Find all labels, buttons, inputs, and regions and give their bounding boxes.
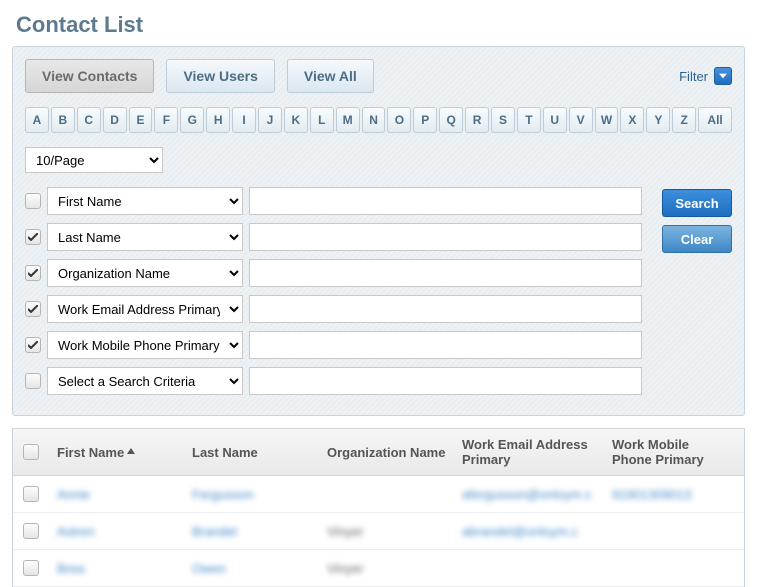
- column-phone[interactable]: Work Mobile Phone Primary: [612, 437, 734, 467]
- select-all-checkbox[interactable]: [23, 444, 39, 460]
- filter-panel: View Contacts View Users View All Filter A…: [12, 46, 745, 416]
- cell-org: Vinyer: [327, 561, 364, 576]
- alpha-o[interactable]: O: [387, 107, 411, 133]
- page-size-select[interactable]: 10/Page: [25, 147, 163, 173]
- cell-first-name[interactable]: Annie: [57, 487, 90, 502]
- filter-toggle-icon[interactable]: [714, 67, 732, 85]
- search-row: First Name: [25, 187, 642, 215]
- sort-asc-icon: [127, 448, 135, 456]
- alpha-m[interactable]: M: [336, 107, 360, 133]
- alpha-q[interactable]: Q: [439, 107, 463, 133]
- alpha-f[interactable]: F: [154, 107, 178, 133]
- alpha-y[interactable]: Y: [646, 107, 670, 133]
- alpha-a[interactable]: A: [25, 107, 49, 133]
- criteria-checkbox[interactable]: [25, 229, 41, 245]
- alpha-g[interactable]: G: [180, 107, 204, 133]
- alpha-row: ABCDEFGHIJKLMNOPQRSTUVWXYZAll: [25, 107, 732, 133]
- criteria-checkbox[interactable]: [25, 373, 41, 389]
- alpha-r[interactable]: R: [465, 107, 489, 133]
- column-email[interactable]: Work Email Address Primary: [462, 437, 612, 467]
- column-first-name[interactable]: First Name: [57, 445, 192, 460]
- tab-row: View Contacts View Users View All Filter: [25, 59, 732, 93]
- criteria-select[interactable]: Last Name: [47, 223, 243, 251]
- alpha-z[interactable]: Z: [672, 107, 696, 133]
- criteria-input[interactable]: [249, 259, 642, 287]
- cell-first-name[interactable]: Astren: [57, 524, 95, 539]
- cell-email[interactable]: abrandel@onloym.c: [462, 524, 578, 539]
- criteria-checkbox[interactable]: [25, 337, 41, 353]
- alpha-s[interactable]: S: [491, 107, 515, 133]
- tab-view-all[interactable]: View All: [287, 59, 374, 93]
- alpha-u[interactable]: U: [543, 107, 567, 133]
- alpha-all[interactable]: All: [698, 107, 732, 133]
- table-row: Astren Brandel Vinyer abrandel@onloym.c: [13, 513, 744, 550]
- column-last-name[interactable]: Last Name: [192, 445, 327, 460]
- row-checkbox[interactable]: [23, 486, 39, 502]
- search-row: Work Mobile Phone Primary: [25, 331, 642, 359]
- column-organization[interactable]: Organization Name: [327, 445, 462, 460]
- alpha-x[interactable]: X: [620, 107, 644, 133]
- row-checkbox[interactable]: [23, 523, 39, 539]
- alpha-i[interactable]: I: [232, 107, 256, 133]
- table-header: First Name Last Name Organization Name W…: [13, 428, 744, 476]
- criteria-checkbox[interactable]: [25, 265, 41, 281]
- table-row: Brea Owen Vinyer: [13, 550, 744, 587]
- tab-view-users[interactable]: View Users: [166, 59, 274, 93]
- search-row: Work Email Address Primary: [25, 295, 642, 323]
- alpha-p[interactable]: P: [413, 107, 437, 133]
- row-checkbox[interactable]: [23, 560, 39, 576]
- search-row: Organization Name: [25, 259, 642, 287]
- criteria-select[interactable]: Select a Search Criteria: [47, 367, 243, 395]
- alpha-v[interactable]: V: [569, 107, 593, 133]
- alpha-h[interactable]: H: [206, 107, 230, 133]
- search-row: Last Name: [25, 223, 642, 251]
- alpha-c[interactable]: C: [77, 107, 101, 133]
- criteria-input[interactable]: [249, 295, 642, 323]
- criteria-checkbox[interactable]: [25, 193, 41, 209]
- alpha-b[interactable]: B: [51, 107, 75, 133]
- criteria-select[interactable]: First Name: [47, 187, 243, 215]
- criteria-input[interactable]: [249, 223, 642, 251]
- alpha-e[interactable]: E: [129, 107, 153, 133]
- alpha-k[interactable]: K: [284, 107, 308, 133]
- criteria-select[interactable]: Work Mobile Phone Primary: [47, 331, 243, 359]
- cell-last-name[interactable]: Brandel: [192, 524, 237, 539]
- clear-button[interactable]: Clear: [662, 225, 732, 253]
- criteria-select[interactable]: Work Email Address Primary: [47, 295, 243, 323]
- filter-label[interactable]: Filter: [679, 69, 708, 84]
- table-row: Annie Fergusson afergusson@onloym.c 9190130…: [13, 476, 744, 513]
- cell-last-name[interactable]: Owen: [192, 561, 226, 576]
- criteria-input[interactable]: [249, 331, 642, 359]
- alpha-t[interactable]: T: [517, 107, 541, 133]
- cell-last-name[interactable]: Fergusson: [192, 487, 253, 502]
- criteria-checkbox[interactable]: [25, 301, 41, 317]
- search-button[interactable]: Search: [662, 189, 732, 217]
- alpha-j[interactable]: J: [258, 107, 282, 133]
- alpha-w[interactable]: W: [595, 107, 619, 133]
- alpha-d[interactable]: D: [103, 107, 127, 133]
- alpha-n[interactable]: N: [362, 107, 386, 133]
- tab-view-contacts[interactable]: View Contacts: [25, 59, 154, 93]
- criteria-input[interactable]: [249, 187, 642, 215]
- criteria-input[interactable]: [249, 367, 642, 395]
- search-criteria: First Name Last Name Organization Name Work…: [25, 187, 732, 403]
- cell-first-name[interactable]: Brea: [57, 561, 84, 576]
- cell-phone[interactable]: 91901309013: [612, 487, 692, 502]
- search-row: Select a Search Criteria: [25, 367, 642, 395]
- criteria-select[interactable]: Organization Name: [47, 259, 243, 287]
- results-table: First Name Last Name Organization Name W…: [12, 428, 745, 587]
- page-title: Contact List: [0, 0, 757, 46]
- cell-email[interactable]: afergusson@onloym.c: [462, 487, 592, 502]
- cell-org: Vinyer: [327, 524, 364, 539]
- alpha-l[interactable]: L: [310, 107, 334, 133]
